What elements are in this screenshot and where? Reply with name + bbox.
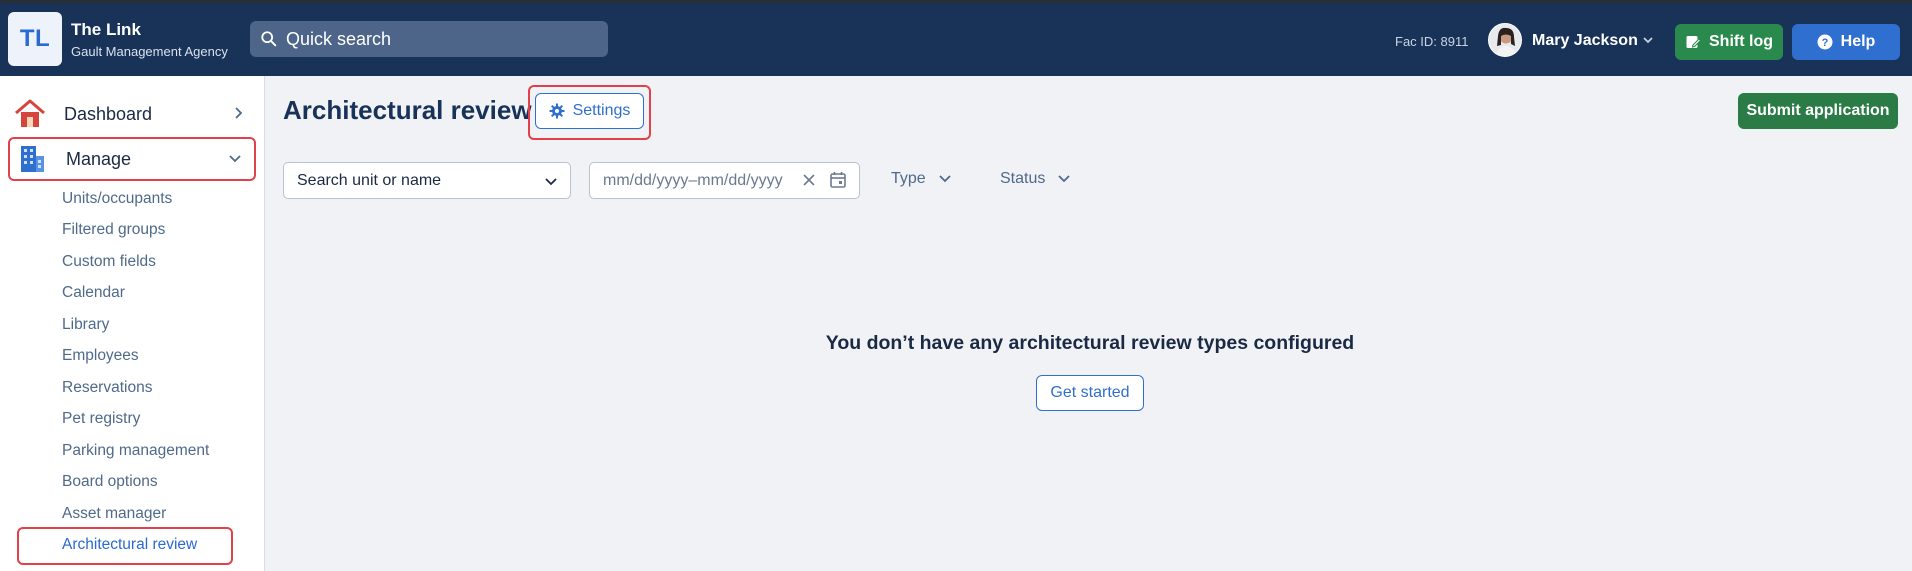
submit-application-button[interactable]: Submit application: [1738, 93, 1898, 129]
quick-search-input[interactable]: Quick search: [250, 21, 608, 57]
empty-state-message: You don’t have any architectural review …: [825, 332, 1355, 354]
shift-log-label: Shift log: [1709, 33, 1773, 50]
status-filter[interactable]: Status: [1000, 170, 1071, 188]
sidebar-item-label: Manage: [66, 148, 132, 169]
sidebar: Dashboard Manage Units/occupants Filtere…: [0, 76, 265, 571]
sidebar-item-custom-fields[interactable]: Custom fields: [62, 253, 156, 271]
shift-log-button[interactable]: Shift log: [1675, 24, 1783, 60]
sidebar-item-board-options[interactable]: Board options: [62, 473, 158, 491]
org-name: The Link: [71, 20, 141, 39]
search-icon: [261, 31, 277, 47]
user-name[interactable]: Mary Jackson: [1532, 32, 1638, 50]
home-icon: [14, 98, 46, 130]
calendar-icon[interactable]: [829, 171, 847, 189]
chevron-right-icon: [235, 107, 243, 119]
logo-initials: TL: [19, 25, 51, 52]
date-range-placeholder: mm/dd/yyyy–mm/dd/yyyy: [603, 171, 783, 189]
chevron-down-icon: [939, 175, 951, 183]
type-filter[interactable]: Type: [891, 170, 952, 188]
sidebar-item-architectural-review[interactable]: Architectural review: [62, 536, 197, 554]
type-filter-label: Type: [891, 170, 926, 187]
quick-search-label: Quick search: [286, 28, 392, 49]
get-started-button[interactable]: Get started: [1036, 375, 1144, 411]
edit-note-icon: [1686, 36, 1701, 48]
sidebar-item-dashboard[interactable]: Dashboard: [8, 92, 256, 136]
sidebar-item-parking-management[interactable]: Parking management: [62, 442, 209, 460]
sidebar-item-units-occupants[interactable]: Units/occupants: [62, 190, 172, 208]
svg-text:?: ?: [1821, 37, 1828, 49]
org-logo[interactable]: TL: [8, 12, 62, 66]
fac-id: Fac ID: 8911: [1395, 34, 1469, 49]
settings-label: Settings: [572, 102, 631, 119]
gear-icon: [549, 103, 565, 119]
sidebar-item-calendar[interactable]: Calendar: [62, 284, 125, 302]
chevron-down-icon[interactable]: [1642, 34, 1654, 46]
sidebar-item-pet-registry[interactable]: Pet registry: [62, 410, 140, 428]
status-filter-label: Status: [1000, 170, 1046, 187]
chevron-down-icon: [545, 178, 557, 186]
search-unit-label: Search unit or name: [297, 171, 442, 189]
org-subtitle: Gault Management Agency: [71, 44, 228, 59]
page-title: Architectural review: [283, 95, 532, 125]
help-button[interactable]: ? Help: [1792, 24, 1900, 60]
clear-icon[interactable]: [801, 172, 817, 188]
sidebar-item-manage[interactable]: Manage: [8, 137, 256, 181]
sidebar-item-reservations[interactable]: Reservations: [62, 379, 152, 397]
top-bar: TL The Link Gault Management Agency Quic…: [0, 0, 1912, 76]
sidebar-item-filtered-groups[interactable]: Filtered groups: [62, 221, 165, 239]
chevron-down-icon: [229, 155, 241, 163]
sidebar-item-label: Dashboard: [64, 103, 153, 124]
settings-button[interactable]: Settings: [535, 93, 644, 129]
search-unit-select[interactable]: Search unit or name: [283, 162, 571, 199]
sidebar-item-asset-manager[interactable]: Asset manager: [62, 505, 166, 523]
org-info: The Link Gault Management Agency: [71, 19, 228, 61]
building-icon: [16, 143, 48, 175]
chevron-down-icon: [1058, 175, 1070, 183]
date-range-input[interactable]: mm/dd/yyyy–mm/dd/yyyy: [589, 162, 860, 199]
help-label: Help: [1840, 33, 1876, 50]
help-icon: ?: [1817, 34, 1833, 50]
avatar[interactable]: [1488, 23, 1522, 57]
